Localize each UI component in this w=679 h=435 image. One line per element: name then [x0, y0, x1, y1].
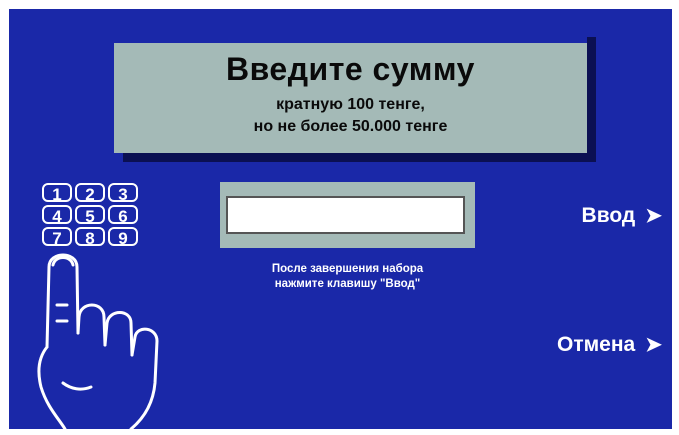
atm-screen: Введите сумму кратную 100 тенге, но не б…	[9, 9, 672, 429]
keypad-key-6: 6	[108, 205, 138, 226]
keypad-key-9: 9	[108, 227, 138, 248]
cancel-label: Отмена	[557, 333, 636, 356]
cancel-button[interactable]: Отмена ➤	[557, 332, 662, 357]
key-label: 9	[118, 229, 128, 248]
keypad-key-8: 8	[75, 227, 105, 248]
arrow-right-icon: ➤	[645, 205, 662, 227]
banner-title: Введите сумму	[226, 51, 475, 87]
enter-button[interactable]: Ввод ➤	[582, 203, 662, 228]
key-label: 7	[52, 229, 62, 248]
keypad-key-5: 5	[75, 205, 105, 226]
hint-line1: После завершения набора	[271, 263, 424, 275]
key-label: 1	[52, 185, 62, 204]
keypad-key-7: 7	[42, 227, 72, 248]
key-label: 8	[85, 229, 95, 248]
arrow-right-icon: ➤	[645, 334, 662, 356]
key-label: 6	[118, 207, 128, 226]
key-label: 3	[118, 185, 128, 204]
key-label: 2	[85, 185, 95, 204]
amount-input-frame	[220, 182, 475, 248]
hint-line2: нажмите клавишу "Ввод"	[274, 278, 421, 290]
banner-strip	[114, 28, 587, 43]
pointing-hand-icon	[37, 253, 159, 429]
keypad-key-2: 2	[75, 183, 105, 204]
key-label: 5	[85, 207, 95, 226]
instruction-banner: Введите сумму кратную 100 тенге, но не б…	[114, 28, 587, 153]
amount-input-field[interactable]	[226, 196, 465, 234]
keypad-key-3: 3	[108, 183, 138, 204]
keypad-key-4: 4	[42, 205, 72, 226]
banner-subtitle-line1: кратную 100 тенге,	[276, 96, 425, 113]
key-label: 4	[52, 207, 62, 226]
enter-label: Ввод	[581, 204, 636, 227]
banner-subtitle-line2: но не более 50.000 тенге	[253, 118, 448, 135]
input-hint: После завершения набора нажмите клавишу …	[205, 262, 490, 292]
keypad-key-1: 1	[42, 183, 72, 204]
